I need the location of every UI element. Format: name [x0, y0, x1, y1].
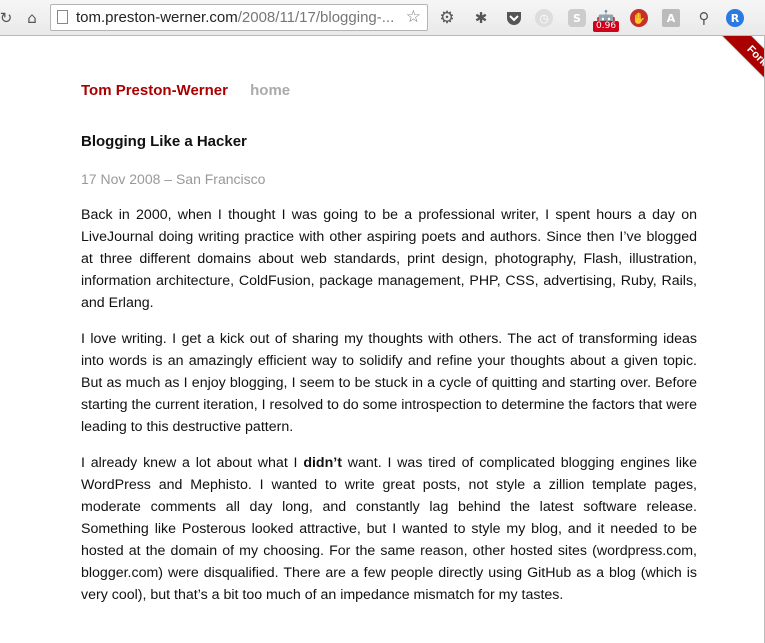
paragraph-1: Back in 2000, when I thought I was going… [81, 207, 697, 311]
bug-icon[interactable]: ✱ [471, 8, 491, 28]
site-title-link[interactable]: Tom Preston-Werner [81, 82, 228, 99]
paragraph-3-part-a: I already knew a lot about what I [81, 455, 304, 471]
paragraph-2: I love writing. I get a kick out of shar… [81, 331, 697, 435]
browser-toolbar: ↻ ⌂ tom.preston-werner.com/2008/11/17/bl… [0, 0, 765, 36]
url-host: tom.preston-werner.com [76, 9, 238, 26]
fork-ribbon-label: Fork [714, 36, 765, 96]
url-text: tom.preston-werner.com/2008/11/17/bloggi… [76, 9, 394, 26]
bookmark-star-icon[interactable]: ☆ [406, 7, 421, 27]
post-body: Back in 2000, when I thought I was going… [81, 204, 697, 620]
hand-extension-icon[interactable]: ✋ [630, 9, 648, 27]
page-icon [57, 10, 68, 24]
address-bar[interactable]: tom.preston-werner.com/2008/11/17/bloggi… [50, 4, 428, 31]
paragraph-3-part-b: want. I was tired of complicated bloggin… [81, 455, 697, 603]
reload-icon[interactable]: ↻ [0, 8, 16, 28]
a-extension-icon[interactable]: A [662, 9, 680, 27]
post-title: Blogging Like a Hacker [81, 133, 247, 150]
paragraph-3: I already knew a lot about what I didn’t… [81, 452, 697, 606]
settings-gear-icon[interactable]: ⚙ [437, 8, 457, 28]
site-header: Tom Preston-Werner home [81, 82, 290, 99]
home-icon[interactable]: ⌂ [22, 8, 42, 28]
url-path: /2008/11/17/blogging-... [237, 9, 395, 26]
extension-badge: 0.96 [593, 21, 620, 32]
pocket-icon[interactable] [504, 8, 524, 28]
fork-ribbon[interactable]: Fork [705, 36, 765, 96]
home-link[interactable]: home [250, 82, 290, 99]
clock-extension-icon[interactable]: ◷ [535, 9, 553, 27]
search-extension-icon[interactable]: ⚲ [694, 8, 714, 28]
post-meta: 17 Nov 2008 – San Francisco [81, 171, 266, 187]
s-extension-icon[interactable]: S [568, 9, 586, 27]
r-extension-icon[interactable]: R [726, 9, 744, 27]
paragraph-3-emphasis: didn’t [303, 455, 342, 471]
